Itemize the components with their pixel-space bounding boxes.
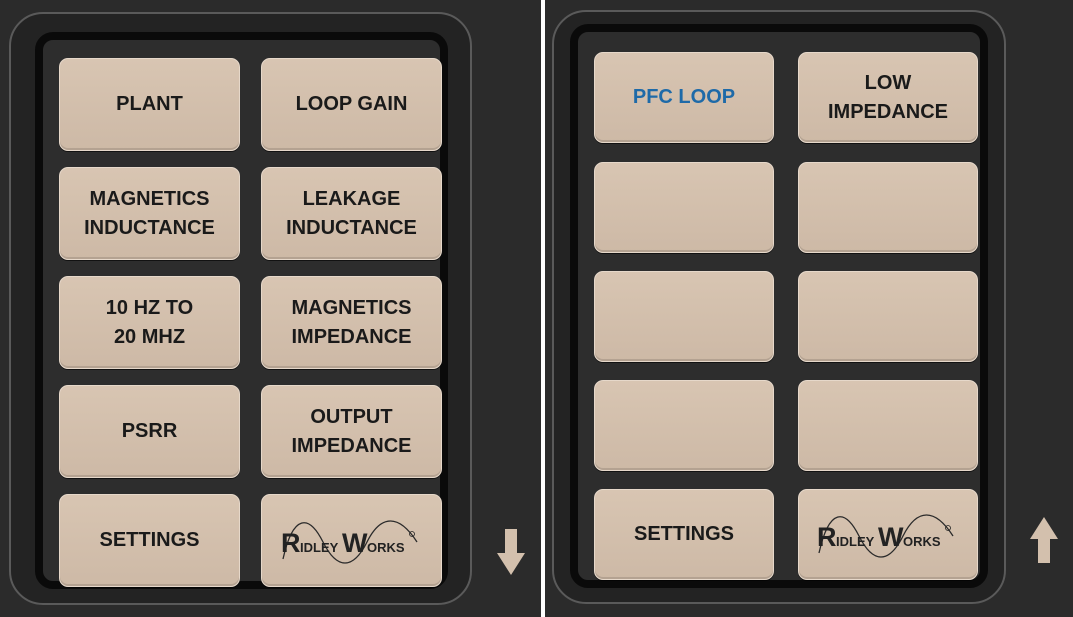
- svg-text:IDLEY: IDLEY: [836, 534, 875, 549]
- svg-text:R: R: [281, 528, 301, 558]
- loop-gain-button[interactable]: LOOP GAIN: [261, 58, 442, 151]
- empty-button-5[interactable]: [594, 380, 774, 471]
- svg-text:W: W: [342, 528, 368, 558]
- ridleyworks-logo-icon: R IDLEY W ORKS: [817, 513, 954, 557]
- 10hz-to-20mhz-button[interactable]: 10 HZ TO 20 MHZ: [59, 276, 240, 369]
- right-device-bezel: PFC LOOP LOW IMPEDANCE SETTINGS R IDLEY …: [552, 10, 1006, 604]
- psrr-button[interactable]: PSRR: [59, 385, 240, 478]
- settings-button[interactable]: SETTINGS: [59, 494, 240, 587]
- up-arrow-icon[interactable]: [1030, 517, 1058, 563]
- svg-text:ORKS: ORKS: [367, 540, 405, 555]
- empty-button-1[interactable]: [594, 162, 774, 253]
- svg-text:W: W: [878, 522, 904, 552]
- left-button-screen: PLANT LOOP GAIN MAGNETICS INDUCTANCE LEA…: [35, 32, 448, 589]
- down-arrow-icon[interactable]: [497, 529, 525, 575]
- empty-button-6[interactable]: [798, 380, 978, 471]
- right-button-screen: PFC LOOP LOW IMPEDANCE SETTINGS R IDLEY …: [570, 24, 988, 588]
- left-panel-area: PLANT LOOP GAIN MAGNETICS INDUCTANCE LEA…: [0, 0, 541, 617]
- ridleyworks-logo-button[interactable]: R IDLEY W ORKS: [798, 489, 978, 580]
- magnetics-inductance-button[interactable]: MAGNETICS INDUCTANCE: [59, 167, 240, 260]
- pfc-loop-button[interactable]: PFC LOOP: [594, 52, 774, 143]
- svg-text:ORKS: ORKS: [903, 534, 941, 549]
- empty-button-4[interactable]: [798, 271, 978, 362]
- left-device-bezel: PLANT LOOP GAIN MAGNETICS INDUCTANCE LEA…: [9, 12, 472, 605]
- empty-button-3[interactable]: [594, 271, 774, 362]
- magnetics-impedance-button[interactable]: MAGNETICS IMPEDANCE: [261, 276, 442, 369]
- plant-button[interactable]: PLANT: [59, 58, 240, 151]
- low-impedance-button[interactable]: LOW IMPEDANCE: [798, 52, 978, 143]
- ridleyworks-logo-button[interactable]: R IDLEY W ORKS: [261, 494, 442, 587]
- empty-button-2[interactable]: [798, 162, 978, 253]
- ridleyworks-logo-icon: R IDLEY W ORKS: [281, 519, 418, 563]
- output-impedance-button[interactable]: OUTPUT IMPEDANCE: [261, 385, 442, 478]
- svg-text:IDLEY: IDLEY: [300, 540, 339, 555]
- svg-text:R: R: [817, 522, 837, 552]
- right-panel-area: PFC LOOP LOW IMPEDANCE SETTINGS R IDLEY …: [545, 0, 1073, 617]
- settings-button[interactable]: SETTINGS: [594, 489, 774, 580]
- leakage-inductance-button[interactable]: LEAKAGE INDUCTANCE: [261, 167, 442, 260]
